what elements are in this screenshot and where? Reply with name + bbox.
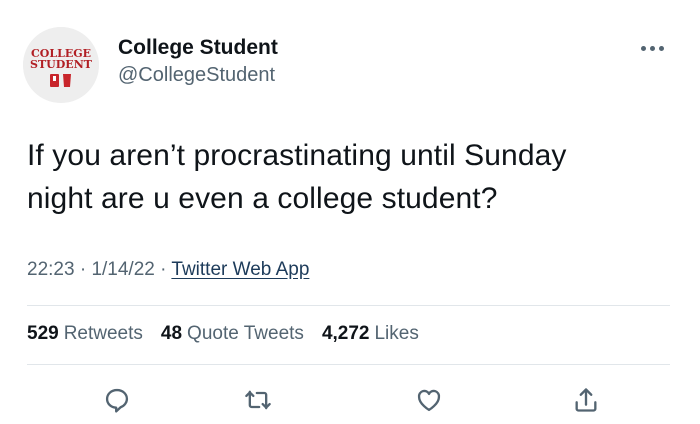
tweet-text: If you aren’t procrastinating until Sund… [27,134,667,220]
reply-button[interactable] [97,380,137,420]
tweet-date[interactable]: 1/14/22 [91,259,154,280]
quote-tweets-label: Quote Tweets [187,323,304,344]
tweet-card: COLLEGE STUDENT College Student @College… [0,0,700,424]
action-bar [0,380,700,424]
author-handle[interactable]: @CollegeStudent [118,64,275,87]
divider [27,364,670,365]
heart-icon [417,389,441,412]
quote-tweets-stat[interactable]: 48 Quote Tweets [161,323,304,345]
meta-separator: · [74,259,92,280]
college-student-logo: COLLEGE STUDENT [23,27,99,103]
more-dot-icon [649,45,655,51]
tweet-text-line: If you aren’t procrastinating until Sund… [27,139,567,172]
more-dot-icon [640,45,646,51]
likes-count: 4,272 [321,323,370,344]
more-options-button[interactable] [632,36,672,60]
svg-text:STUDENT: STUDENT [30,58,93,71]
retweet-button[interactable] [238,380,278,420]
author-name[interactable]: College Student [118,36,278,60]
reply-icon [105,388,129,413]
engagement-stats: 529 Retweets 48 Quote Tweets 4,272 Likes [27,323,437,345]
likes-label: Likes [374,323,419,344]
retweet-icon [245,390,271,410]
avatar[interactable]: COLLEGE STUDENT [23,27,99,103]
divider [27,305,670,306]
quote-tweets-count: 48 [160,323,183,344]
retweets-count: 529 [27,323,59,344]
like-button[interactable] [409,380,449,420]
tweet-source-link[interactable]: Twitter Web App [171,259,309,280]
tweet-metadata: 22:23 · 1/14/22 · Twitter Web App [27,259,309,281]
more-dot-icon [658,45,664,51]
share-button[interactable] [566,380,606,420]
likes-stat[interactable]: 4,272 Likes [322,323,419,345]
retweets-label: Retweets [63,323,143,344]
share-icon [575,388,597,412]
tweet-time[interactable]: 22:23 [27,259,75,280]
retweets-stat[interactable]: 529 Retweets [27,323,143,345]
tweet-text-line: night are u even a college student? [27,182,498,215]
meta-separator: · [154,259,172,280]
